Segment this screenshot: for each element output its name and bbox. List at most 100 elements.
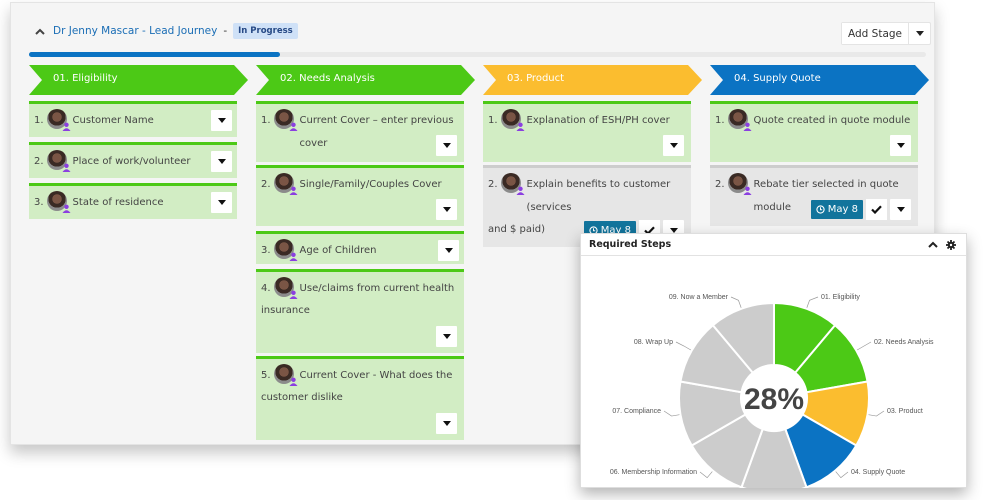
step-menu-button[interactable] [890,135,911,156]
step-menu-button[interactable] [211,110,232,131]
caret-down-icon [669,143,678,148]
stage-header-1[interactable]: 01. Eligibility [29,65,249,95]
user-badge-icon [62,163,71,172]
caret-down-icon [217,200,226,205]
user-badge-icon [289,290,298,299]
step-number: 2. [34,156,44,167]
step-title: Current Cover - What does the [299,370,453,381]
step-menu-button[interactable] [436,413,457,434]
assignee-avatar[interactable] [273,173,298,195]
caret-down-icon [442,207,451,212]
stage-header-3[interactable]: 03. Product [483,65,703,95]
assignee-avatar[interactable] [273,239,298,261]
assignee-avatar[interactable] [46,150,71,172]
step-number: 3. [261,245,271,256]
step-number: 3. [34,197,44,208]
slice-label: 03. Product [887,408,923,415]
chevron-up-icon[interactable] [33,24,47,38]
user-badge-icon [62,204,71,213]
label-leader-line [663,410,680,417]
user-badge-icon [289,377,298,386]
step-menu-button[interactable] [436,199,457,220]
journey-title-link[interactable]: Dr Jenny Mascar - Lead Journey [53,25,217,37]
step-title: Current Cover – enter previous cover [299,115,454,149]
assignee-avatar[interactable] [727,173,752,195]
journey-header: Dr Jenny Mascar - Lead Journey - In Prog… [33,23,298,39]
add-stage-button[interactable]: Add Stage [842,23,910,44]
label-leader-line [730,296,742,308]
required-steps-donut-chart: 01. Eligibility 02. Needs Analysis 03. Pro… [610,294,934,488]
step-title: Explanation of ESH/PH cover [526,115,670,126]
step-card: 1. Quote created in quote module [710,101,918,162]
step-title: Quote created in quote module [753,115,911,126]
step-title-continued: insurance [261,305,310,316]
stage-header-2[interactable]: 02. Needs Analysis [256,65,476,95]
user-badge-icon [62,122,71,131]
step-actions [436,135,457,156]
assignee-avatar[interactable] [273,109,298,131]
assignee-avatar[interactable] [46,109,71,131]
step-menu-button[interactable] [211,151,232,172]
user-badge-icon [289,122,298,131]
stage-label: 04. Supply Quote [734,73,821,84]
caret-down-icon [442,143,451,148]
stage-column: 04. Supply Quote 1. Quote created in quote… [710,65,930,226]
user-badge-icon [289,186,298,195]
step-actions [436,326,457,347]
user-badge-icon [516,122,525,131]
complete-step-button[interactable] [866,199,887,220]
step-title: Use/claims from current health [299,283,455,294]
step-card: 4. Use/claims from current health insuranc… [256,269,464,353]
slice-label: 02. Needs Analysis [874,339,934,346]
add-stage-dropdown[interactable] [909,23,930,44]
step-number: 2. [488,179,498,190]
step-actions [663,135,684,156]
step-actions [890,135,911,156]
assignee-avatar[interactable] [727,109,752,131]
checkmark-icon [871,205,882,214]
step-menu-button[interactable] [211,192,232,213]
stage-label: 01. Eligibility [53,73,118,84]
stage-column: 03. Product 1. Explanation of ESH/PH cover… [483,65,703,247]
chevron-up-icon[interactable] [926,238,940,252]
assignee-avatar[interactable] [500,109,525,131]
step-actions: May 8 [810,199,911,220]
assignee-avatar[interactable] [273,364,298,386]
caret-down-icon [217,118,226,123]
step-title: State of residence [72,197,164,208]
add-stage-group: Add Stage [841,22,932,45]
slice-label: 01. Eligibility [821,294,860,301]
label-leader-line [868,410,885,417]
stage-header-4[interactable]: 04. Supply Quote [710,65,930,95]
due-date-badge[interactable]: May 8 [810,200,863,219]
step-menu-button[interactable] [436,135,457,156]
slice-label: 09. Now a Member [669,294,729,301]
assignee-avatar[interactable] [46,191,71,213]
status-badge: In Progress [233,23,298,39]
stage-column: 02. Needs Analysis 1. Current Cover – ente… [256,65,476,440]
step-card: 1. Customer Name [29,101,237,137]
assignee-avatar[interactable] [273,277,298,299]
step-menu-button[interactable] [438,240,459,261]
gear-icon[interactable] [944,238,958,252]
step-number: 1. [488,115,498,126]
step-card: 2. Single/Family/Couples Cover [256,165,464,226]
label-leader-line [856,341,872,351]
journey-progress-bar [29,52,926,57]
slice-label: 04. Supply Quote [851,469,905,476]
stage-label: 03. Product [507,73,565,84]
step-title: Explain benefits to customer (services [526,179,671,213]
step-card: 2. Place of work/volunteer [29,142,237,178]
step-menu-button[interactable] [436,326,457,347]
stage-column: 01. Eligibility 1. Customer Name 2. Place of… [29,65,249,219]
step-menu-button[interactable] [890,199,911,220]
assignee-avatar[interactable] [500,173,525,195]
slice-label: 06. Membership Information [610,469,697,476]
step-number: 2. [261,179,271,190]
step-menu-button[interactable] [663,135,684,156]
step-card: 1. Explanation of ESH/PH cover [483,101,691,162]
caret-down-icon [217,159,226,164]
step-title: Customer Name [72,115,154,126]
step-card: 5. Current Cover - What does the customer … [256,356,464,440]
step-actions [436,413,457,434]
